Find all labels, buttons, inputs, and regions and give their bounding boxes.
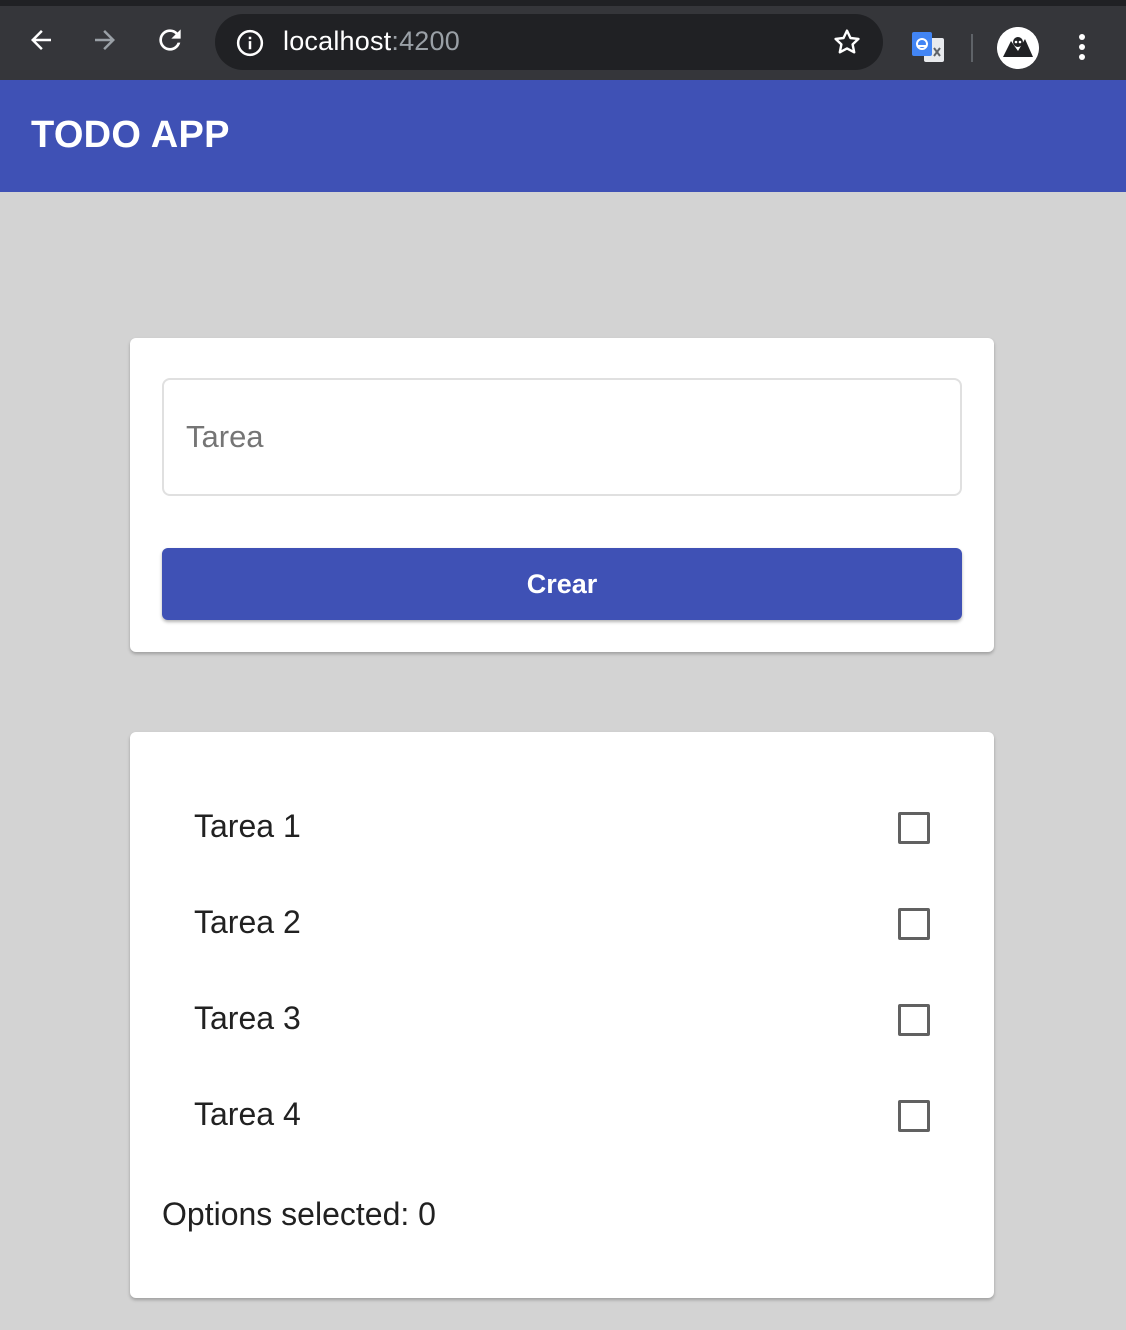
reload-icon [159, 29, 181, 51]
reload-button[interactable] [153, 23, 187, 57]
url-port: :4200 [391, 26, 460, 56]
arrow-left-icon [31, 30, 51, 50]
google-translate-icon[interactable] [910, 30, 946, 66]
more-vertical-icon[interactable] [1066, 28, 1098, 66]
new-task-card: Crear [130, 338, 994, 652]
info-icon[interactable] [235, 28, 265, 58]
task-input-field [162, 378, 962, 496]
task-label: Tarea 3 [194, 1000, 301, 1036]
task-label: Tarea 1 [194, 808, 301, 844]
task-checkbox[interactable] [898, 1004, 930, 1036]
selected-count: Options selected: 0 [162, 1196, 436, 1232]
task-list-card: Tarea 1 Tarea 2 Tarea 3 Tarea 4 Options … [130, 732, 994, 1298]
back-button[interactable] [24, 23, 58, 57]
app-toolbar: TODO APP [0, 80, 1126, 192]
avatar-image-icon [997, 27, 1039, 69]
list-item: Tarea 4 [130, 1068, 994, 1164]
toolbar-separator [971, 34, 973, 62]
task-checkbox[interactable] [898, 812, 930, 844]
url-text: localhost:4200 [283, 26, 460, 57]
task-checkbox[interactable] [898, 1100, 930, 1132]
task-label: Tarea 2 [194, 904, 301, 940]
url-host: localhost [283, 26, 392, 56]
list-item: Tarea 2 [130, 876, 994, 972]
arrow-right-icon [95, 30, 115, 50]
task-input[interactable] [186, 410, 926, 464]
profile-avatar[interactable] [997, 27, 1039, 69]
task-list: Tarea 1 Tarea 2 Tarea 3 Tarea 4 [130, 780, 994, 1164]
app-title: TODO APP [31, 114, 230, 156]
task-label: Tarea 4 [194, 1096, 301, 1132]
forward-button[interactable] [88, 23, 122, 57]
address-bar[interactable]: localhost:4200 [215, 14, 883, 70]
browser-toolbar: localhost:4200 [0, 0, 1126, 80]
bookmark-star-icon[interactable] [831, 26, 863, 58]
task-checkbox[interactable] [898, 908, 930, 940]
create-button[interactable]: Crear [162, 548, 962, 620]
list-item: Tarea 3 [130, 972, 994, 1068]
list-item: Tarea 1 [130, 780, 994, 876]
